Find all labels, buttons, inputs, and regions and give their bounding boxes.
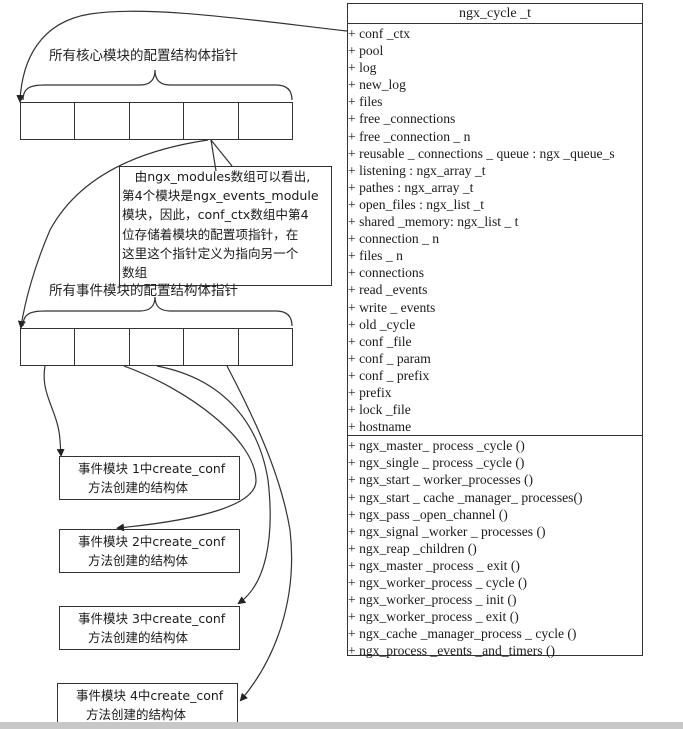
note-line: 位存储着模块的配置项指针，在: [122, 226, 299, 242]
class-method: + ngx_signal _worker _ processes (): [348, 523, 546, 539]
event-box-line1: 事件模块 3中create_conf: [78, 611, 226, 626]
note-line: 第4个模块是ngx_events_module: [122, 188, 319, 204]
class-method: + ngx_start _ worker_processes (): [348, 472, 534, 488]
class-method: + ngx_process _events _and_timers (): [348, 643, 555, 659]
event-box-line1: 事件模块 1中create_conf: [78, 461, 226, 476]
class-attribute: + conf _ param: [348, 350, 431, 366]
event-1-pointer-arrow: [43, 365, 65, 457]
class-method: + ngx_master _process _ exit (): [348, 557, 520, 573]
class-method: + ngx_pass _open_channel (): [348, 506, 508, 522]
class-attribute: + files _ n: [348, 248, 403, 264]
note-pointer-line-2: [210, 139, 233, 167]
class-method: + ngx_worker_process _ exit (): [348, 609, 519, 625]
core-modules-array: [20, 102, 293, 140]
array-cell: [130, 103, 185, 139]
class-attribute: + hostname: [348, 419, 412, 435]
core-array-label: 所有核心模块的配置结构体指针: [49, 48, 238, 64]
class-attribute: + pool: [348, 43, 384, 59]
array-cell: [130, 329, 185, 365]
class-attribute: + connections: [348, 265, 424, 281]
class-attribute: + prefix: [348, 384, 392, 400]
event-array-brace: [22, 296, 293, 327]
event-box-line2: 方法创建的结构体: [88, 553, 189, 568]
class-attribute: + read _events: [348, 282, 428, 298]
class-attribute: + new_log: [348, 77, 406, 93]
class-method: + ngx_single _ process _cycle (): [348, 455, 525, 471]
class-attribute: + free _connections: [348, 111, 456, 127]
class-attribute: + conf _ctx: [348, 26, 411, 41]
class-attribute: + files: [348, 94, 383, 110]
event-box-line1: 事件模块 2中create_conf: [78, 534, 226, 549]
class-method: + ngx_worker_process _ init (): [348, 592, 517, 608]
array-cell: [184, 329, 239, 365]
event-modules-array: [20, 328, 293, 366]
event-box-line2: 方法创建的结构体: [88, 480, 189, 495]
class-attribute: + reusable _ connections _ queue : ngx _…: [348, 145, 615, 161]
class-method: + ngx_cache _manager_process _ cycle (): [348, 626, 577, 642]
class-title: ngx_cycle _t: [348, 4, 642, 24]
array-cell: [239, 329, 292, 365]
class-attribute: + conf _file: [348, 333, 412, 349]
note-line: 由ngx_modules数组可以看出,: [122, 169, 311, 184]
event-array-label: 所有事件模块的配置结构体指针: [49, 283, 238, 299]
event-module-3-box: 事件模块 3中create_conf 方法创建的结构体: [59, 606, 240, 650]
class-attribute: + lock _file: [348, 402, 411, 418]
class-method: + ngx_master_ process _cycle (): [348, 438, 525, 454]
class-method: + ngx_reap _children (): [348, 540, 477, 556]
bottom-scroll-bar: [0, 722, 683, 729]
class-attribute: + connection _ n: [348, 231, 440, 247]
note-line: 这里这个指针定义为指向另一个: [122, 245, 299, 261]
event-module-2-box: 事件模块 2中create_conf 方法创建的结构体: [59, 529, 240, 573]
class-attribute: + open_files : ngx_list _t: [348, 196, 485, 212]
class-attribute: + log: [348, 60, 377, 76]
array-cell: [239, 103, 292, 139]
ngx-cycle-class-box: ngx_cycle _t + conf _ctx + pool + log + new…: [347, 3, 643, 659]
explanation-note: 由ngx_modules数组可以看出, 第4个模块是ngx_events_mod…: [119, 166, 332, 286]
array-cell: [75, 103, 130, 139]
array-cell: [75, 329, 130, 365]
array-cell-events-module: [184, 103, 239, 139]
event-module-4-box: 事件模块 4中create_conf 方法创建的结构体: [57, 683, 238, 725]
event-2-pointer-arrow: [116, 365, 257, 532]
class-attribute: + shared _memory: ngx_list _ t: [348, 214, 519, 230]
class-attribute: + listening : ngx_array _t: [348, 162, 486, 178]
class-attribute: + write _ events: [348, 299, 436, 315]
event-box-line2: 方法创建的结构体: [88, 630, 189, 645]
class-attribute: + old _cycle: [348, 316, 416, 332]
note-line: 模块，因此，conf_ctx数组中第4: [122, 207, 309, 223]
class-attribute: + conf _ prefix: [348, 367, 430, 383]
core-array-brace: [22, 69, 293, 101]
class-method: + ngx_start _ cache _manager_ processes(…: [348, 489, 583, 505]
event-module-1-box: 事件模块 1中create_conf 方法创建的结构体: [59, 456, 240, 500]
event-box-line1: 事件模块 4中create_conf: [76, 688, 224, 703]
class-attribute: + free _connection _ n: [348, 128, 471, 144]
class-method: + ngx_worker_process _ cycle (): [348, 575, 528, 590]
array-cell: [21, 329, 76, 365]
class-methods: + ngx_master_ process _cycle () + ngx_sin…: [348, 436, 642, 659]
class-attributes: + conf _ctx + pool + log + new_log + files + …: [348, 24, 642, 437]
class-attribute: + pathes : ngx_array _t: [348, 179, 474, 195]
array-cell: [21, 103, 76, 139]
